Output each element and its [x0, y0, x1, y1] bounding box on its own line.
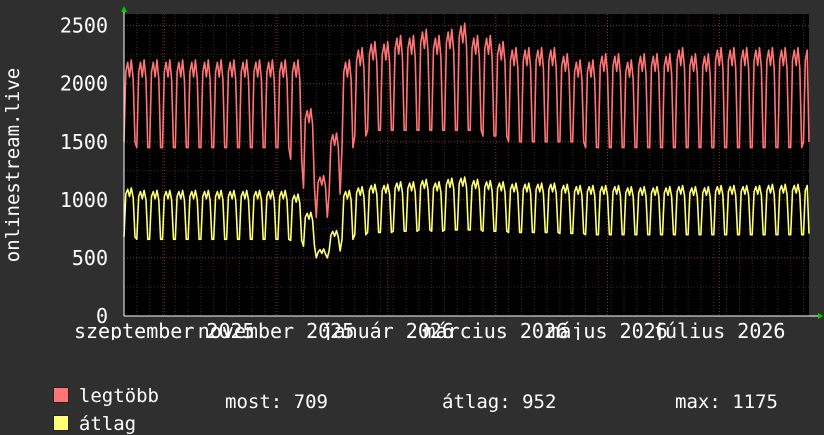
y-tick-label: 1500 [60, 130, 108, 154]
y-tick-label: 1000 [60, 188, 108, 212]
y-axis-arrow [121, 6, 127, 12]
legend-label-avg: átlag [78, 413, 137, 435]
y-tick-label: 2000 [60, 72, 108, 96]
legend-item-avg: átlag [30, 391, 136, 435]
stat-average: átlag: 952 [442, 391, 557, 413]
x-axis-arrow [818, 313, 823, 319]
x-tick-label: július 2026 [653, 319, 785, 340]
legend-swatch-avg [52, 415, 69, 431]
stat-max: max: 1175 [675, 391, 778, 413]
stat-now: most: 709 [225, 391, 328, 413]
y-tick-label: 500 [72, 246, 108, 270]
y-axis-label: onlinestream.live [2, 68, 24, 262]
chart: szeptember 2025november 2025január 2026m… [2, 6, 823, 340]
y-tick-label: 2500 [60, 14, 108, 38]
y-tick-label: 0 [96, 304, 108, 328]
x-tick-label: május 2026 [547, 319, 667, 340]
